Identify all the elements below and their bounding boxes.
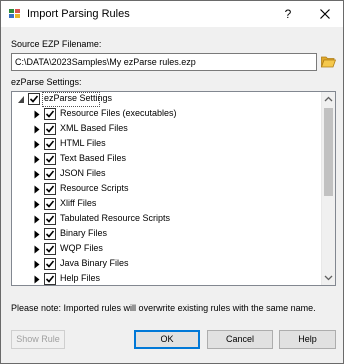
- item-label: Resource Scripts: [60, 183, 129, 193]
- item-label: XML Based Files: [60, 123, 128, 133]
- item-label: Tabulated Resource Scripts: [60, 213, 171, 223]
- window-title: Import Parsing Rules: [27, 8, 130, 20]
- cancel-button[interactable]: Cancel: [207, 330, 273, 349]
- item-label: Binary Files: [60, 228, 108, 238]
- ok-button[interactable]: OK: [134, 330, 200, 349]
- import-rules-icon: [8, 7, 22, 21]
- title-help-button[interactable]: ?: [277, 4, 299, 24]
- tree-item[interactable]: Java Binary Files: [12, 257, 322, 272]
- item-checkbox[interactable]: [44, 138, 56, 150]
- item-label: Xliff Files: [60, 198, 97, 208]
- item-checkbox[interactable]: [44, 258, 56, 270]
- tree-item[interactable]: Tabulated Resource Scripts: [12, 212, 322, 227]
- item-label: Java Binary Files: [60, 258, 129, 268]
- settings-label: ezParse Settings:: [11, 77, 82, 87]
- import-parsing-rules-dialog: Import Parsing Rules ? Source EZP Filena…: [0, 0, 344, 364]
- collapse-arrow-icon[interactable]: [17, 95, 25, 104]
- expand-arrow-icon[interactable]: [33, 185, 41, 194]
- item-checkbox[interactable]: [44, 183, 56, 195]
- scroll-up-button[interactable]: [322, 92, 335, 106]
- expand-arrow-icon[interactable]: [33, 230, 41, 239]
- tree-item[interactable]: Help Files: [12, 272, 322, 285]
- item-checkbox[interactable]: [44, 108, 56, 120]
- title-bar: Import Parsing Rules ?: [1, 1, 343, 27]
- tree-item[interactable]: Text Based Files: [12, 152, 322, 167]
- tree-item[interactable]: XML Based Files: [12, 122, 322, 137]
- source-filename-field[interactable]: C:\DATA\2023Samples\My ezParse rules.ezp: [11, 53, 317, 71]
- item-checkbox[interactable]: [44, 243, 56, 255]
- item-checkbox[interactable]: [44, 198, 56, 210]
- expand-arrow-icon[interactable]: [33, 200, 41, 209]
- item-label: Help Files: [60, 273, 101, 283]
- expand-arrow-icon[interactable]: [33, 170, 41, 179]
- expand-arrow-icon[interactable]: [33, 155, 41, 164]
- tree-item[interactable]: JSON Files: [12, 167, 322, 182]
- root-checkbox[interactable]: [28, 93, 40, 105]
- tree-item[interactable]: Xliff Files: [12, 197, 322, 212]
- show-rule-button[interactable]: Show Rule: [11, 330, 65, 349]
- item-checkbox[interactable]: [44, 153, 56, 165]
- item-label: Text Based Files: [60, 153, 127, 163]
- expand-arrow-icon[interactable]: [33, 275, 41, 284]
- item-checkbox[interactable]: [44, 213, 56, 225]
- item-checkbox[interactable]: [44, 273, 56, 285]
- item-label: JSON Files: [60, 168, 106, 178]
- expand-arrow-icon[interactable]: [33, 215, 41, 224]
- browse-folder-button[interactable]: [320, 55, 337, 68]
- close-icon: [320, 9, 330, 19]
- overwrite-note: Please note: Imported rules will overwri…: [11, 303, 316, 313]
- help-button[interactable]: Help: [279, 330, 336, 349]
- item-label: HTML Files: [60, 138, 106, 148]
- chevron-up-icon: [324, 96, 333, 102]
- expand-arrow-icon[interactable]: [33, 245, 41, 254]
- settings-tree[interactable]: ezParse Settings Resource Files (executa…: [11, 91, 336, 286]
- chevron-down-icon: [324, 275, 333, 281]
- tree-item[interactable]: Binary Files: [12, 227, 322, 242]
- folder-icon: [320, 56, 337, 68]
- item-checkbox[interactable]: [44, 168, 56, 180]
- close-button[interactable]: [314, 4, 336, 24]
- scroll-down-button[interactable]: [322, 271, 335, 285]
- scroll-thumb[interactable]: [324, 108, 333, 196]
- item-checkbox[interactable]: [44, 228, 56, 240]
- tree-item[interactable]: HTML Files: [12, 137, 322, 152]
- source-filename-label: Source EZP Filename:: [11, 39, 102, 49]
- tree-item[interactable]: WQP Files: [12, 242, 322, 257]
- expand-arrow-icon[interactable]: [33, 125, 41, 134]
- expand-arrow-icon[interactable]: [33, 140, 41, 149]
- expand-arrow-icon[interactable]: [33, 260, 41, 269]
- tree-scrollbar[interactable]: [321, 92, 335, 285]
- item-checkbox[interactable]: [44, 123, 56, 135]
- tree-item[interactable]: Resource Files (executables): [12, 107, 322, 122]
- item-label: Resource Files (executables): [60, 108, 177, 118]
- tree-root[interactable]: ezParse Settings: [12, 92, 322, 107]
- item-label: WQP Files: [60, 243, 103, 253]
- tree-item[interactable]: Resource Scripts: [12, 182, 322, 197]
- expand-arrow-icon[interactable]: [33, 110, 41, 119]
- root-label: ezParse Settings: [44, 93, 113, 103]
